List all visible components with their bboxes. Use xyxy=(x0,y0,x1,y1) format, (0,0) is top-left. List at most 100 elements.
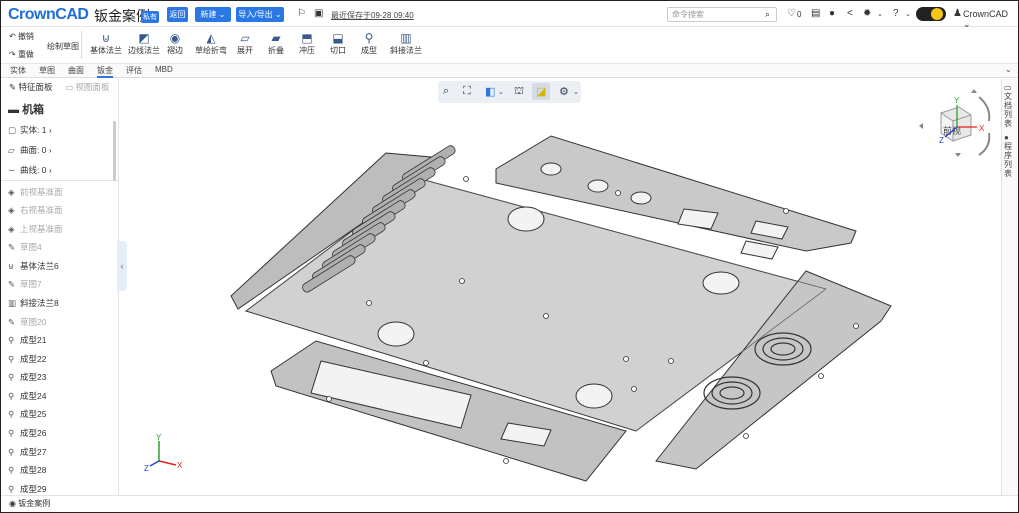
program-list-tab[interactable]: ●程序列表 xyxy=(1004,133,1014,178)
command-search-input[interactable]: 命令搜索 xyxy=(667,7,777,22)
feature-item[interactable]: ⚲ 成型23 xyxy=(8,371,46,383)
fold-icon: ▰ xyxy=(271,31,281,45)
hem-tool[interactable]: ◉ 褶边 xyxy=(167,31,183,56)
new-button[interactable]: 新建 ⌄ xyxy=(195,7,231,22)
undo-label: 撤销 xyxy=(17,32,34,41)
panel-scrollbar[interactable] xyxy=(113,121,116,181)
zoom-icon[interactable]: ⌕ xyxy=(443,85,449,98)
section-view-icon[interactable]: ⛫ xyxy=(514,85,524,99)
base-flange-tool[interactable]: ⊍ 基体法兰 xyxy=(90,31,122,56)
import-export-button[interactable]: 导入/导出 ⌄ xyxy=(236,7,284,22)
table-icon[interactable]: ▤ xyxy=(811,8,820,19)
username[interactable]: CrownCAD ⌄ xyxy=(963,9,1018,30)
undo-button[interactable]: ↶ 撤销 xyxy=(9,31,34,42)
form-icon: ⚲ xyxy=(8,372,15,382)
base-flange-icon: ⊍ xyxy=(8,261,15,271)
model-name[interactable]: ▬ 机箱 xyxy=(8,101,44,117)
form-tool[interactable]: ⚲ 成型 xyxy=(361,31,377,56)
view-panel-label: 视图面板 xyxy=(75,82,110,92)
feature-tabs xyxy=(1,64,1018,78)
view-icon: ▭ xyxy=(65,82,74,92)
stamp-tool[interactable]: ⬒ 冲压 xyxy=(299,31,315,56)
edge-flange-tool[interactable]: ◩ 边线法兰 xyxy=(128,31,160,56)
document-list-tab[interactable]: ▭文档列表 xyxy=(1004,83,1014,128)
redo-button[interactable]: ↷ 重做 xyxy=(9,49,34,60)
save-icon[interactable]: ▣ xyxy=(314,8,323,19)
fit-view-icon[interactable]: ⛶ xyxy=(463,85,471,98)
feature-item[interactable]: ⚲ 成型21 xyxy=(8,334,46,346)
feature-item[interactable]: ◈ 前视基准面 xyxy=(8,186,63,198)
tab-sketch[interactable]: 草图 xyxy=(39,65,55,76)
help-icon[interactable]: ? xyxy=(893,8,899,19)
sketched-bend-icon: ◭ xyxy=(206,31,216,45)
tab-solid[interactable]: 实体 xyxy=(10,65,26,76)
miter-flange-tool[interactable]: ▥ 斜接法兰 xyxy=(390,31,422,56)
feature-item[interactable]: ⚲ 成型29 xyxy=(8,483,46,494)
like-icon[interactable]: ♡ xyxy=(787,8,796,19)
feature-item[interactable]: ✎ 草图20 xyxy=(8,316,46,328)
tab-surface[interactable]: 曲面 xyxy=(68,65,84,76)
last-saved-text[interactable]: 最近保存于09-28 09:40 xyxy=(331,10,414,21)
flag-icon[interactable]: ⚐ xyxy=(297,8,306,19)
feature-panel-tab[interactable]: ✎ 特征面板 xyxy=(9,81,53,93)
render-mode-icon[interactable]: ⚙ xyxy=(559,85,569,98)
divider xyxy=(81,31,82,59)
feature-item[interactable]: ⚲ 成型27 xyxy=(8,446,46,458)
chevron-down-icon[interactable]: ⌄ xyxy=(573,88,579,96)
feature-item[interactable]: ⚲ 成型26 xyxy=(8,427,46,439)
feature-item[interactable]: ⚲ 成型24 xyxy=(8,390,46,402)
chevron-down-icon[interactable]: ⌄ xyxy=(877,10,883,18)
app-logo[interactable]: CrownCAD xyxy=(8,6,89,24)
cut-tool[interactable]: ⬓ 切口 xyxy=(330,31,346,56)
shaded-display-icon[interactable]: ◪ xyxy=(536,85,546,98)
solid-icon: ▢ xyxy=(8,125,17,135)
sketched-bend-tool[interactable]: ◭ 草绘折弯 xyxy=(195,31,227,56)
chevron-down-icon[interactable]: ⌄ xyxy=(1005,65,1012,74)
sketched-bend-label: 草绘折弯 xyxy=(195,46,227,55)
view-orientation-icon[interactable]: ◧ xyxy=(485,85,495,98)
feature-item[interactable]: ⚲ 成型25 xyxy=(8,408,46,420)
view-cube[interactable]: 前视 Y X Z xyxy=(919,89,999,169)
chevron-down-icon[interactable]: ⌄ xyxy=(905,10,911,18)
sheet-metal-model[interactable] xyxy=(226,131,906,491)
axis-triad: Y X Z xyxy=(144,433,183,473)
feature-label: 成型25 xyxy=(20,409,47,419)
group-curve[interactable]: ∼ 曲线: 0 › xyxy=(8,164,52,176)
feature-item[interactable]: ◈ 右视基准面 xyxy=(8,204,63,216)
plane-icon: ◈ xyxy=(8,187,15,197)
collapse-panel-button[interactable]: ‹ xyxy=(117,241,127,291)
chevron-down-icon[interactable]: ⌄ xyxy=(498,88,504,96)
feature-item[interactable]: ✎ 草图4 xyxy=(8,241,42,253)
feature-item[interactable]: ⚲ 成型28 xyxy=(8,464,46,476)
fold-tool[interactable]: ▰ 折叠 xyxy=(268,31,284,56)
feature-item[interactable]: ✎ 草图7 xyxy=(8,278,42,290)
plane-icon: ◈ xyxy=(8,224,15,234)
x-axis-label: X xyxy=(177,461,183,470)
feature-item[interactable]: ◈ 上视基准面 xyxy=(8,223,63,235)
sketch-button[interactable]: 绘制草图 xyxy=(47,41,79,52)
view-panel-tab[interactable]: ▭ 视图面板 xyxy=(65,81,109,93)
back-button[interactable]: 返回 xyxy=(167,7,188,22)
username-label: CrownCAD xyxy=(963,9,1009,19)
group-label: 实体: 1 xyxy=(20,125,47,135)
group-solid[interactable]: ▢ 实体: 1 › xyxy=(8,124,52,136)
status-document[interactable]: ◉ 钣金案例 xyxy=(9,498,50,509)
gear-icon[interactable]: ✹ xyxy=(863,8,871,19)
feature-label: 上视基准面 xyxy=(20,224,63,234)
comment-icon[interactable]: ● xyxy=(829,8,835,19)
tab-mbd[interactable]: MBD xyxy=(155,65,173,74)
share-icon[interactable]: < xyxy=(847,8,853,19)
feature-label: 成型27 xyxy=(20,447,47,457)
tab-evaluate[interactable]: 评估 xyxy=(126,65,142,76)
feature-item[interactable]: ⚲ 成型22 xyxy=(8,353,46,365)
unfold-tool[interactable]: ▱ 展开 xyxy=(237,31,253,56)
tab-sheet-metal[interactable]: 钣金 xyxy=(97,65,113,78)
feature-item[interactable]: ⊍ 基体法兰6 xyxy=(8,260,59,272)
search-icon[interactable]: ⌕ xyxy=(765,9,770,20)
import-export-label: 导入/导出 xyxy=(238,10,273,19)
chevron-down-icon: ⌄ xyxy=(218,10,226,19)
edit-icon: ✎ xyxy=(9,82,17,92)
group-surface[interactable]: ▱ 曲面: 0 › xyxy=(8,144,52,156)
sketch-icon: ✎ xyxy=(8,242,16,252)
feature-item[interactable]: ▥ 斜接法兰8 xyxy=(8,297,59,309)
